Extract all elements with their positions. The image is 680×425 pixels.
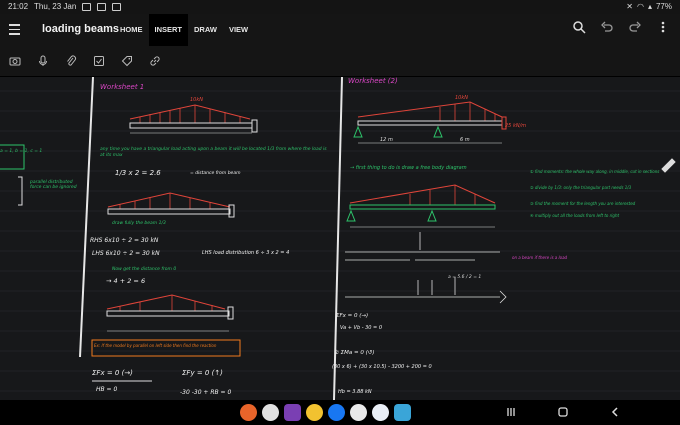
checkbox-icon[interactable]: [93, 55, 105, 67]
ws1-lhs: LHS 6x10 ÷ 2 = 30 kN: [92, 250, 160, 257]
image-icon: [82, 2, 92, 11]
ws2-step-1: ① find moments: the whole way along, in …: [530, 169, 660, 174]
onenote-icon[interactable]: [284, 404, 301, 421]
app-bar: loading beams HOME INSERT DRAW VIEW: [0, 14, 680, 46]
ws1-rhs: RHS 6x10 ÷ 2 = 30 kN: [90, 237, 159, 244]
note-canvas[interactable]: Worksheet 1 10kN any time you have a tri…: [0, 77, 680, 400]
status-bar: 21:02 Thu, 23 Jan ✕ ◠ ▴ 77%: [0, 0, 680, 14]
wifi-icon: ◠: [636, 2, 644, 11]
app-icon-1[interactable]: [240, 404, 257, 421]
tab-draw[interactable]: DRAW: [188, 14, 223, 46]
status-date: Thu, 23 Jan: [34, 2, 77, 11]
notebook-title: loading beams: [42, 23, 120, 35]
android-nav-bar: [0, 400, 680, 425]
battery-level: 77%: [655, 2, 672, 11]
ws1-load-label: 10kN: [190, 97, 203, 103]
undo-icon[interactable]: [600, 20, 614, 34]
ws1-find-from: Now get the distance from 0: [112, 267, 177, 272]
mail-icon: [97, 2, 107, 11]
ws2-dist-1: 12 m: [380, 137, 393, 143]
tag-icon[interactable]: [121, 55, 133, 67]
ws1-boxed-note: Ex: If the model by parallel on left sid…: [94, 343, 217, 348]
ws2-pink-note: on a beam if there is a load: [512, 255, 568, 260]
ws2-step-4: ④ multiply out all the loads from left t…: [530, 213, 620, 218]
facebook-icon[interactable]: [328, 404, 345, 421]
ws2-moment-eq: (30 x 6) + (30 x 10.5) - 3200 + 200 = 0: [332, 364, 432, 370]
insert-toolbar: [0, 46, 680, 77]
tab-home[interactable]: HOME: [114, 14, 149, 46]
signal-icon: ▴: [647, 2, 652, 11]
notification-icon: [112, 2, 122, 11]
ribbon-tabs: HOME INSERT DRAW VIEW: [114, 14, 254, 46]
ws1-sum-fx: ΣFx = 0 (→): [92, 369, 133, 377]
ws2-hb: Hb = 3.88 kN: [338, 389, 372, 395]
ws1-fy-bottom: -30 -30 + RB = 0: [180, 389, 232, 396]
app-icon-2[interactable]: [262, 404, 279, 421]
ws2-reaction: 25 kN/m: [505, 123, 527, 129]
link-icon[interactable]: [149, 55, 161, 67]
ws2-step-2: ② divide by 1/3: only the triangular par…: [530, 185, 632, 190]
app-icon-8[interactable]: [394, 404, 411, 421]
microphone-icon[interactable]: [37, 55, 49, 67]
ws2-sum-fx: ΣFx = 0 (→): [336, 313, 369, 319]
tab-view[interactable]: VIEW: [223, 14, 254, 46]
app-dock: [240, 404, 411, 421]
ws2-fbd-note: → first thing to do is draw a free body …: [350, 165, 467, 171]
worksheet-1-title: Worksheet 1: [100, 83, 145, 91]
ws2-moment: ② ΣMa = 0 (↺): [334, 350, 375, 356]
home-icon[interactable]: [557, 406, 569, 418]
worksheet-2-title: Worksheet (2): [348, 77, 398, 85]
ws1-sum: → 4 + 2 = 6: [106, 277, 146, 285]
play-store-icon[interactable]: [372, 404, 389, 421]
status-time: 21:02: [8, 2, 29, 11]
attachment-icon[interactable]: [65, 55, 77, 67]
chrome-icon[interactable]: [306, 404, 323, 421]
ws1-calc-1-note: = distance from beam: [190, 171, 241, 176]
ws2-sum-fx-eq: Va + Vb - 30 = 0: [340, 325, 383, 331]
ws1-hb: HB = 0: [96, 386, 118, 393]
ws1-sum-fy: ΣFy = 0 (↑): [182, 369, 223, 377]
left-cut-text: a = 1, b = 1, c = 1: [0, 149, 43, 154]
left-green-note: parallel distributed force can be ignore…: [30, 180, 77, 190]
camera-icon[interactable]: [9, 55, 21, 67]
back-icon[interactable]: [609, 406, 621, 418]
more-options-icon[interactable]: [656, 20, 670, 34]
tab-insert[interactable]: INSERT: [148, 14, 189, 46]
ws2-step-3: ③ find the moment for the length you are…: [530, 201, 636, 206]
redo-icon[interactable]: [628, 20, 642, 34]
mute-icon: ✕: [626, 2, 633, 11]
search-icon[interactable]: [572, 20, 586, 34]
ws1-note-1: any time you have a triangular load acti…: [100, 147, 327, 158]
recent-apps-icon[interactable]: [505, 406, 517, 418]
ws2-dist-2: 6 m: [460, 137, 470, 143]
ws1-draw-note: draw fully the beam 1/3: [112, 221, 166, 226]
ws1-calc-1: 1/3 x 2 = 2.6: [115, 169, 161, 177]
ws2-load-label: 10kN: [455, 95, 468, 101]
ws1-lhs-note: LHS load distribution 6 ÷ 3 x 2 = 4: [202, 250, 290, 256]
photos-icon[interactable]: [350, 404, 367, 421]
ws2-label-a: a = 5.6 / 2 = 1: [448, 275, 482, 280]
menu-icon[interactable]: [9, 24, 20, 35]
